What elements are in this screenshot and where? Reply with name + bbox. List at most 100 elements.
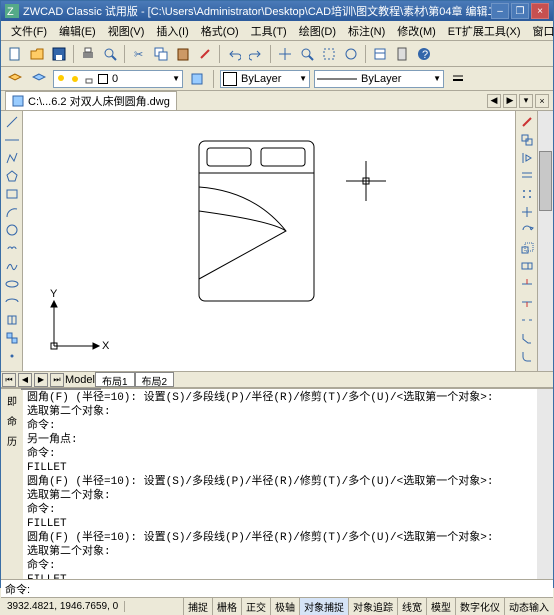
menu-modify[interactable]: 修改(M) (391, 21, 442, 41)
trim-tool-icon[interactable] (518, 275, 536, 292)
move-tool-icon[interactable] (518, 203, 536, 220)
cmd-side-2[interactable]: 命 (3, 411, 21, 429)
layout2-tab[interactable]: 布局2 (135, 372, 175, 387)
spline-tool-icon[interactable] (3, 257, 21, 274)
revcloud-tool-icon[interactable] (3, 239, 21, 256)
status-polar[interactable]: 极轴 (270, 598, 299, 615)
properties-icon[interactable] (370, 44, 390, 64)
point-tool-icon[interactable] (3, 347, 21, 364)
status-snap[interactable]: 捕捉 (183, 598, 212, 615)
circle-tool-icon[interactable] (3, 221, 21, 238)
layer-states-icon[interactable] (187, 69, 207, 89)
close-button[interactable]: × (531, 3, 549, 19)
status-model[interactable]: 模型 (426, 598, 455, 615)
break-tool-icon[interactable] (518, 311, 536, 328)
vertical-scrollbar[interactable] (537, 111, 553, 371)
match-icon[interactable] (195, 44, 215, 64)
zoom-prev-icon[interactable] (341, 44, 361, 64)
pan-icon[interactable] (275, 44, 295, 64)
tab-close[interactable]: × (535, 94, 549, 108)
tab-nav-left[interactable]: ◀ (487, 94, 501, 108)
cmd-side-1[interactable]: 即 (3, 391, 21, 409)
block-tool-icon[interactable] (3, 329, 21, 346)
erase-tool-icon[interactable] (518, 113, 536, 130)
menu-format[interactable]: 格式(O) (195, 21, 245, 41)
copy-icon[interactable] (151, 44, 171, 64)
rotate-tool-icon[interactable] (518, 221, 536, 238)
tab-first[interactable]: ⏮ (2, 373, 16, 387)
command-prompt: 命令: (5, 581, 30, 597)
menu-et[interactable]: ET扩展工具(X) (442, 21, 527, 41)
arc-tool-icon[interactable] (3, 203, 21, 220)
mirror-tool-icon[interactable] (518, 149, 536, 166)
fillet-tool-icon[interactable] (518, 347, 536, 364)
minimize-button[interactable]: – (491, 3, 509, 19)
menu-tools[interactable]: 工具(T) (245, 21, 293, 41)
status-otrack[interactable]: 对象追踪 (348, 598, 397, 615)
paste-icon[interactable] (173, 44, 193, 64)
new-icon[interactable] (5, 44, 25, 64)
tab-next[interactable]: ▶ (34, 373, 48, 387)
array-tool-icon[interactable] (518, 185, 536, 202)
command-scrollbar[interactable] (537, 389, 553, 579)
menu-dimension[interactable]: 标注(N) (342, 21, 391, 41)
tab-last[interactable]: ⏭ (50, 373, 64, 387)
status-dyn[interactable]: 动态输入 (504, 598, 553, 615)
axis-x-label: X (102, 340, 110, 352)
zoom-icon[interactable] (297, 44, 317, 64)
drawing-canvas[interactable]: YouTube X Y (23, 111, 515, 371)
preview-icon[interactable] (100, 44, 120, 64)
tab-menu[interactable]: ▾ (519, 94, 533, 108)
coordinates-display[interactable]: 3932.4821, 1946.7659, 0 (1, 601, 125, 612)
layer-manager-icon[interactable] (5, 69, 25, 89)
status-ortho[interactable]: 正交 (241, 598, 270, 615)
insert-tool-icon[interactable] (3, 311, 21, 328)
pline-tool-icon[interactable] (3, 149, 21, 166)
maximize-button[interactable]: ❐ (511, 3, 529, 19)
menu-insert[interactable]: 插入(I) (150, 21, 194, 41)
layer-prev-icon[interactable] (29, 69, 49, 89)
ellipse-arc-tool-icon[interactable] (3, 293, 21, 310)
polygon-tool-icon[interactable] (3, 167, 21, 184)
status-osnap[interactable]: 对象捕捉 (299, 598, 348, 615)
ellipse-tool-icon[interactable] (3, 275, 21, 292)
status-lwt[interactable]: 线宽 (397, 598, 426, 615)
status-grid[interactable]: 栅格 (212, 598, 241, 615)
layout1-tab[interactable]: 布局1 (95, 372, 135, 387)
document-tab[interactable]: C:\...6.2 对双人床倒圆角.dwg (5, 91, 177, 110)
menu-view[interactable]: 视图(V) (102, 21, 151, 41)
extend-tool-icon[interactable] (518, 293, 536, 310)
menu-file[interactable]: 文件(F) (5, 21, 53, 41)
xline-tool-icon[interactable] (3, 131, 21, 148)
lineweight-icon[interactable] (448, 69, 468, 89)
command-history[interactable]: 圆角(F) (半径=10): 设置(S)/多段线(P)/半径(R)/修剪(T)/… (23, 389, 537, 579)
tab-prev[interactable]: ◀ (18, 373, 32, 387)
undo-icon[interactable] (224, 44, 244, 64)
tab-nav-right[interactable]: ▶ (503, 94, 517, 108)
status-tablet[interactable]: 数字化仪 (455, 598, 504, 615)
line-tool-icon[interactable] (3, 113, 21, 130)
print-icon[interactable] (78, 44, 98, 64)
menu-window[interactable]: 窗口(W) (527, 21, 554, 41)
linetype-selector[interactable]: ByLayer ▼ (314, 70, 444, 88)
rectangle-tool-icon[interactable] (3, 185, 21, 202)
scale-tool-icon[interactable] (518, 239, 536, 256)
command-input[interactable] (30, 583, 549, 595)
redo-icon[interactable] (246, 44, 266, 64)
copy-tool-icon[interactable] (518, 131, 536, 148)
chamfer-tool-icon[interactable] (518, 329, 536, 346)
model-tab[interactable]: Model (65, 374, 95, 386)
menu-edit[interactable]: 编辑(E) (53, 21, 102, 41)
cmd-side-3[interactable]: 历 (3, 431, 21, 449)
open-icon[interactable] (27, 44, 47, 64)
offset-tool-icon[interactable] (518, 167, 536, 184)
layer-selector[interactable]: 0 ▼ (53, 70, 183, 88)
stretch-tool-icon[interactable] (518, 257, 536, 274)
menu-draw[interactable]: 绘图(D) (293, 21, 342, 41)
cut-icon[interactable]: ✂ (129, 44, 149, 64)
save-icon[interactable] (49, 44, 69, 64)
calc-icon[interactable] (392, 44, 412, 64)
color-selector[interactable]: ByLayer ▼ (220, 70, 310, 88)
zoom-window-icon[interactable] (319, 44, 339, 64)
help-icon[interactable]: ? (414, 44, 434, 64)
